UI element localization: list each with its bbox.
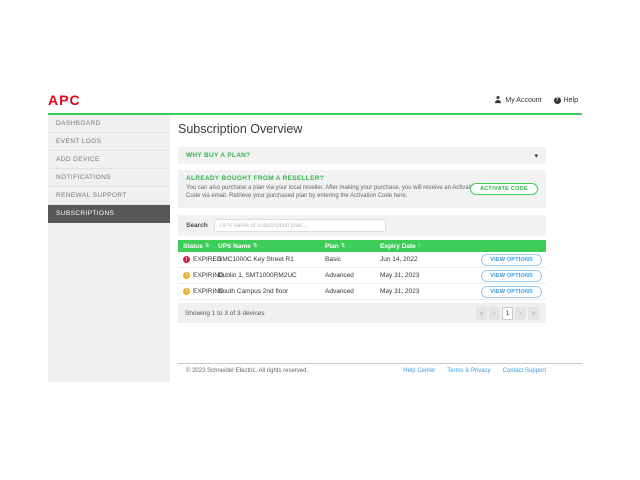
ups-name-cell: Dublin 1, SMT1000RM2UC xyxy=(218,272,325,279)
copyright-text: © 2023 Schneider Electric. All rights re… xyxy=(178,368,308,374)
expiry-date-cell: May 31, 2023 xyxy=(380,288,470,295)
plan-cell: Advanced xyxy=(325,272,380,279)
view-options-button[interactable]: VIEW OPTIONS xyxy=(481,286,542,298)
sort-icon: ⇅ xyxy=(341,243,346,249)
column-label: Status xyxy=(183,243,203,250)
expiring-status-icon: ! xyxy=(183,272,190,279)
column-label: UPS Name xyxy=(218,243,251,250)
main-content: Subscription Overview WHY BUY A PLAN? ▾ … xyxy=(178,118,546,382)
why-buy-a-plan-accordion[interactable]: WHY BUY A PLAN? ▾ xyxy=(178,147,546,164)
header-actions: My Account ? Help xyxy=(494,95,582,106)
footer-divider xyxy=(178,363,582,364)
help-button[interactable]: ? Help xyxy=(554,97,578,104)
expiry-date-cell: Jun 14, 2022 xyxy=(380,256,470,263)
reseller-section: ALREADY BOUGHT FROM A RESELLER? You can … xyxy=(178,170,546,208)
view-options-button[interactable]: VIEW OPTIONS xyxy=(481,270,542,282)
actions-cell: VIEW OPTIONS xyxy=(470,254,546,266)
column-label: Expiry Date xyxy=(380,243,416,250)
pagination-controls: « ‹ 1 › » xyxy=(476,307,539,320)
actions-cell: VIEW OPTIONS xyxy=(470,270,546,282)
first-page-button[interactable]: « xyxy=(476,307,487,320)
column-header-expiry-date[interactable]: Expiry Date ↑ xyxy=(380,243,470,250)
user-icon xyxy=(494,95,502,106)
sort-icon: ⇅ xyxy=(205,243,210,249)
help-label: Help xyxy=(564,97,578,104)
table-row: ! EXPIRING South Campus 2nd floor Advanc… xyxy=(178,284,546,300)
reseller-heading: ALREADY BOUGHT FROM A RESELLER? xyxy=(186,175,538,182)
my-account-label: My Account xyxy=(505,97,541,104)
reseller-body-text: You can also purchase a plan via your lo… xyxy=(186,185,481,200)
results-summary: Showing 1 to 3 of 3 devices xyxy=(185,310,265,317)
status-cell: ! EXPIRED xyxy=(183,256,218,263)
footer: © 2023 Schneider Electric. All rights re… xyxy=(178,368,546,374)
current-page-button[interactable]: 1 xyxy=(502,307,513,320)
sidebar-item-dashboard[interactable]: DASHBOARD xyxy=(48,115,170,133)
apc-logo: APC xyxy=(48,92,81,108)
search-input[interactable] xyxy=(214,219,386,232)
activate-code-button[interactable]: ACTIVATE CODE xyxy=(470,183,538,195)
actions-cell: VIEW OPTIONS xyxy=(470,286,546,298)
next-page-button[interactable]: › xyxy=(515,307,526,320)
search-label: Search xyxy=(186,222,208,229)
expired-status-icon: ! xyxy=(183,256,190,263)
column-header-plan[interactable]: Plan ⇅ xyxy=(325,243,380,250)
page: APC My Account ? Help DASHBOARD EVENT LO… xyxy=(0,0,640,480)
chevron-down-icon: ▾ xyxy=(534,152,538,160)
sidebar-item-add-device[interactable]: ADD DEVICE xyxy=(48,151,170,169)
plan-cell: Advanced xyxy=(325,288,380,295)
status-cell: ! EXPIRING xyxy=(183,272,218,279)
view-options-button[interactable]: VIEW OPTIONS xyxy=(481,254,542,266)
subscriptions-table: Status ⇅ UPS Name ⇅ Plan ⇅ Expiry Date ↑ xyxy=(178,240,546,300)
terms-privacy-link[interactable]: Terms & Privacy xyxy=(447,368,490,374)
previous-page-button[interactable]: ‹ xyxy=(489,307,500,320)
expiring-status-icon: ! xyxy=(183,288,190,295)
sort-icon: ⇅ xyxy=(253,243,258,249)
sidebar-item-subscriptions[interactable]: SUBSCRIPTIONS xyxy=(48,205,170,223)
sidebar-item-notifications[interactable]: NOTIFICATIONS xyxy=(48,169,170,187)
sidebar-item-renewal-support[interactable]: RENEWAL SUPPORT xyxy=(48,187,170,205)
column-header-ups-name[interactable]: UPS Name ⇅ xyxy=(218,243,325,250)
accordion-label: WHY BUY A PLAN? xyxy=(186,152,250,159)
table-row: ! EXPIRED SMC1000C Key Street R1 Basic J… xyxy=(178,252,546,268)
sidebar: DASHBOARD EVENT LOGS ADD DEVICE NOTIFICA… xyxy=(48,115,170,382)
sidebar-item-event-logs[interactable]: EVENT LOGS xyxy=(48,133,170,151)
footer-links: Help Center Terms & Privacy Contact Supp… xyxy=(403,368,546,374)
header: APC My Account ? Help xyxy=(48,88,582,112)
help-icon: ? xyxy=(554,97,561,104)
column-label: Plan xyxy=(325,243,339,250)
table-row: ! EXPIRING Dublin 1, SMT1000RM2UC Advanc… xyxy=(178,268,546,284)
plan-cell: Basic xyxy=(325,256,380,263)
search-bar: Search xyxy=(178,215,546,236)
sort-icon: ↑ xyxy=(418,243,421,249)
ups-name-cell: South Campus 2nd floor xyxy=(218,288,325,295)
contact-support-link[interactable]: Contact Support xyxy=(503,368,546,374)
my-account-button[interactable]: My Account xyxy=(494,95,541,106)
ups-name-cell: SMC1000C Key Street R1 xyxy=(218,256,325,263)
last-page-button[interactable]: » xyxy=(528,307,539,320)
expiry-date-cell: May 31, 2023 xyxy=(380,272,470,279)
column-header-status[interactable]: Status ⇅ xyxy=(183,243,218,250)
pagination-bar: Showing 1 to 3 of 3 devices « ‹ 1 › » xyxy=(178,303,546,323)
help-center-link[interactable]: Help Center xyxy=(403,368,435,374)
status-cell: ! EXPIRING xyxy=(183,288,218,295)
page-title: Subscription Overview xyxy=(178,122,302,136)
table-header-row: Status ⇅ UPS Name ⇅ Plan ⇅ Expiry Date ↑ xyxy=(178,240,546,252)
